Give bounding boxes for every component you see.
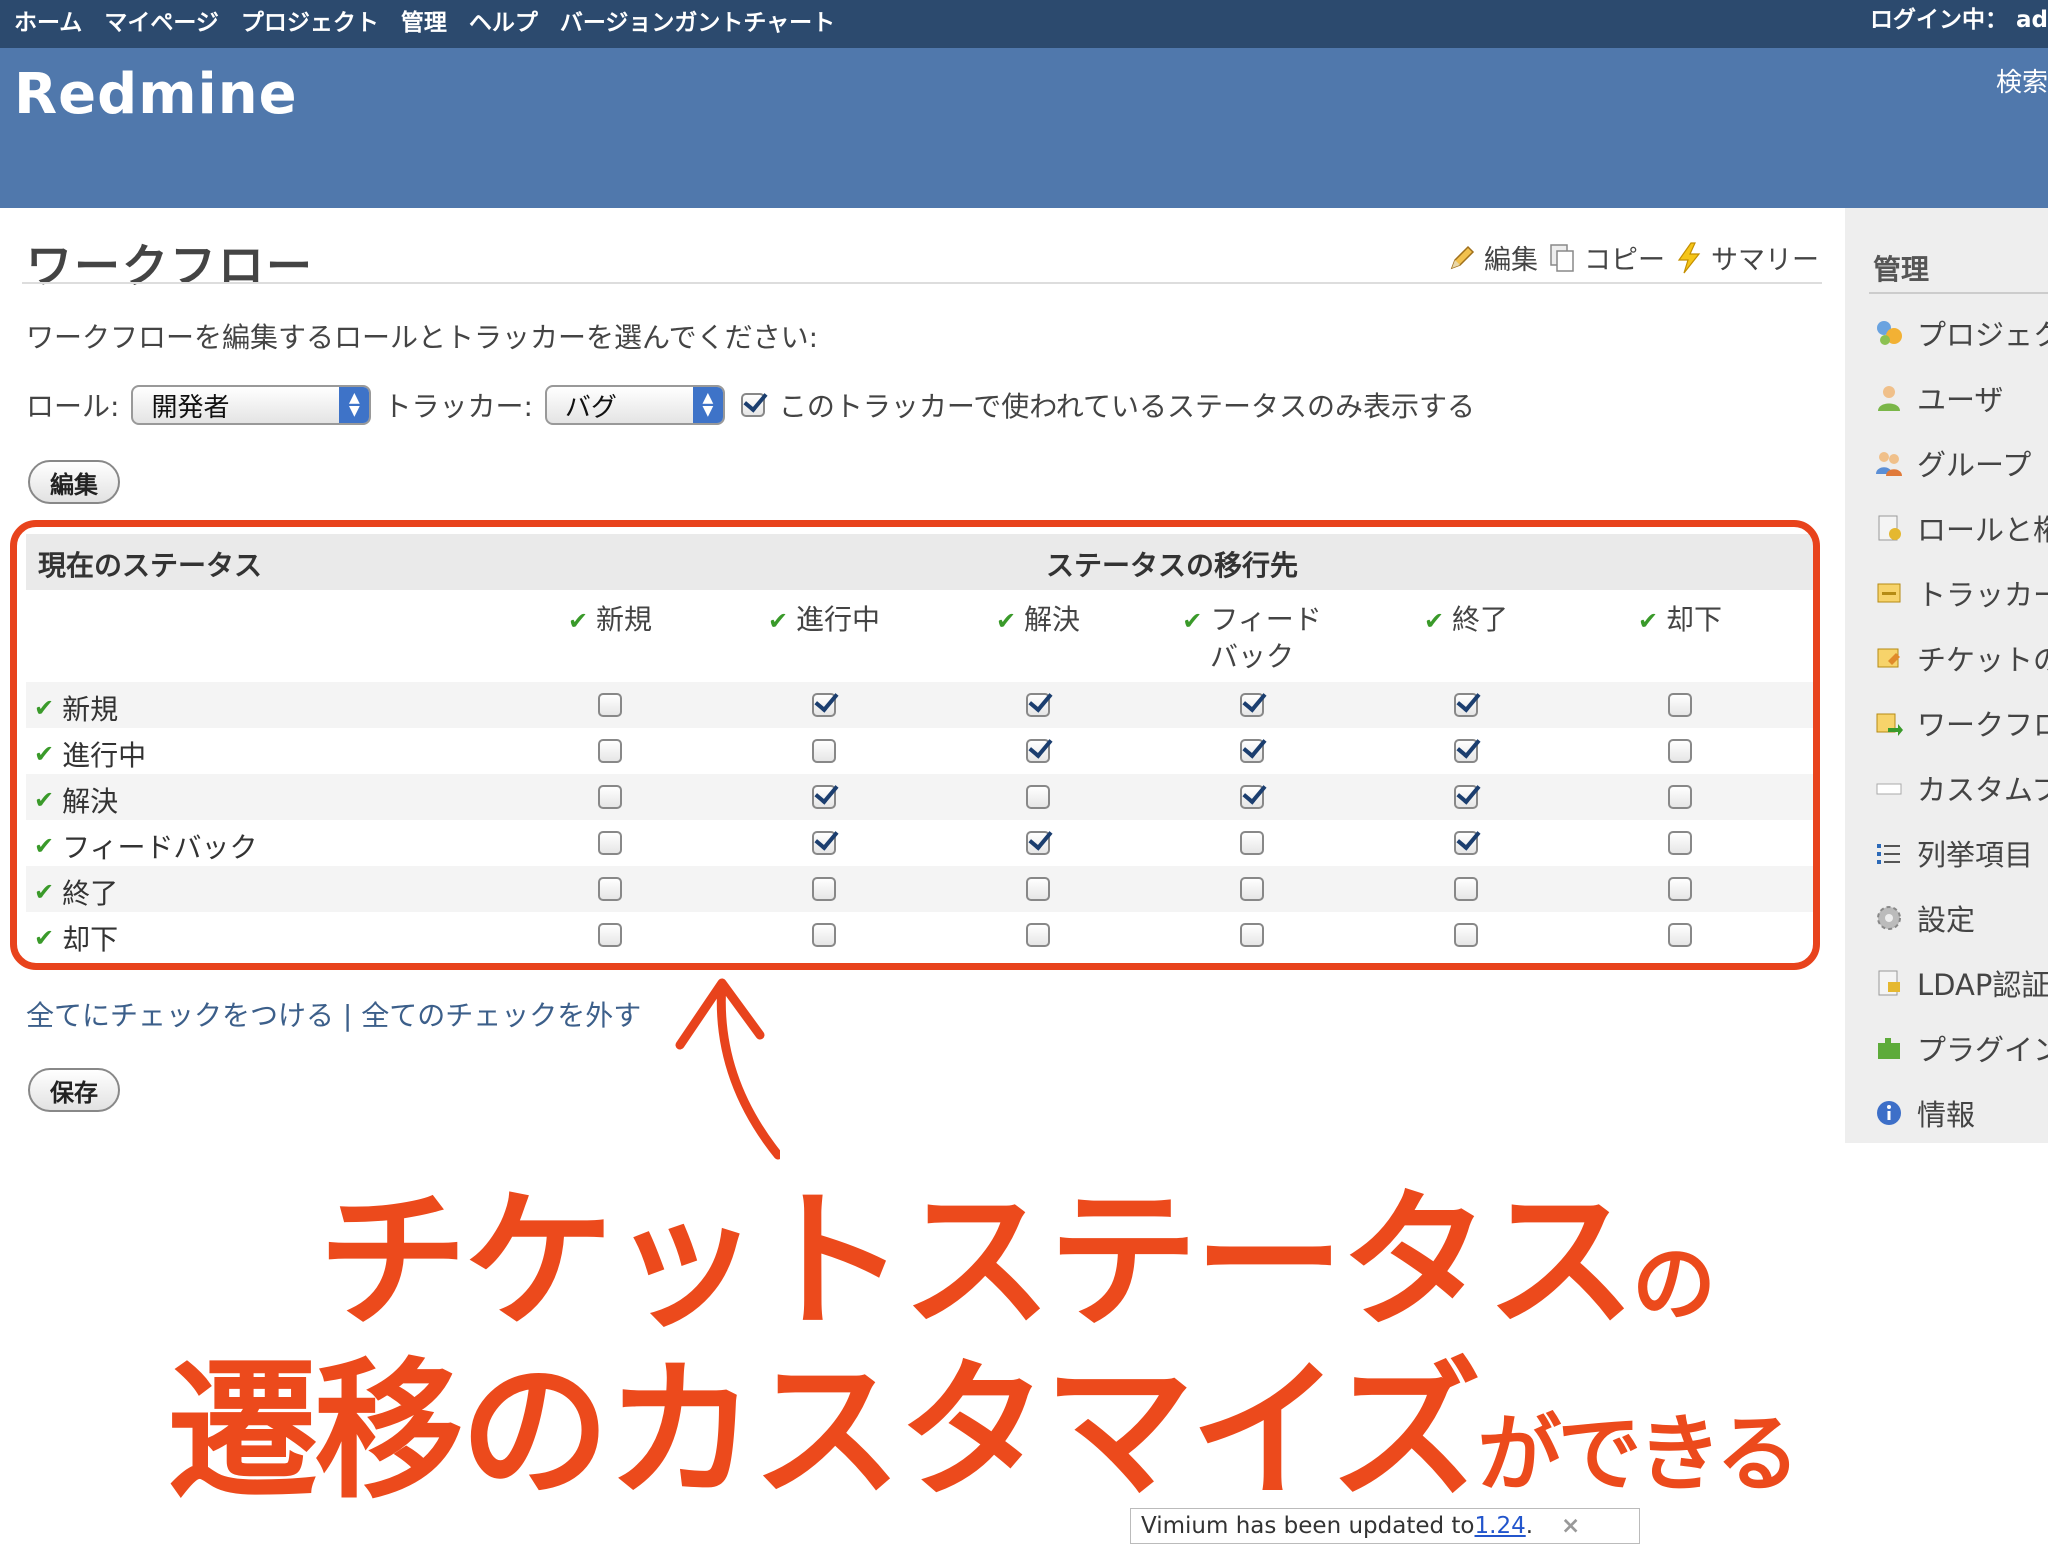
menu-projects[interactable]: プロジェクト [241, 3, 379, 37]
menu-admin[interactable]: 管理 [401, 3, 447, 37]
pencil-icon [1450, 245, 1475, 269]
search-label: 検索 [1995, 68, 2048, 98]
menu-home[interactable]: ホーム [14, 3, 82, 37]
contextual-actions: 編集 コピー サマリー [1438, 238, 1819, 277]
sidebar-item[interactable]: プロジェク [1873, 308, 2048, 358]
page-title: ワークフロー [26, 239, 314, 293]
tracker-select-value: バグ [564, 392, 617, 423]
summary-link-label: サマリー [1711, 245, 1819, 276]
app-title[interactable]: Redmine [14, 62, 298, 127]
highlight-frame [10, 520, 1820, 970]
sidebar: 管理 プロジェクユーザグループロールと権トラッカーチケットのワークフロカスタムフ… [1845, 208, 2048, 1143]
select-arrows-icon: ▲ ▼ [692, 387, 723, 423]
ldap-icon [1873, 967, 1905, 999]
role-select-value: 開発者 [151, 392, 230, 423]
sidebar-item[interactable]: 列挙項目 [1873, 828, 2033, 878]
sidebar-item[interactable]: カスタムフ [1873, 763, 2048, 813]
close-icon[interactable]: × [1561, 1513, 1580, 1539]
sidebar-item-label: ワークフロ [1917, 708, 2048, 742]
role-label: ロール: [26, 390, 120, 423]
sidebar-item[interactable]: グループ [1873, 438, 2031, 488]
filter-row: ロール: 開発者 ▲ ▼ トラッカー: バグ ▲ ▼ このトラッカーで使われているス… [26, 380, 1475, 430]
uncheck-all-link[interactable]: 全てのチェックを外す [361, 999, 641, 1032]
sidebar-heading: 管理 [1873, 253, 1930, 286]
sidebar-divider [1869, 292, 2048, 294]
check-all-link[interactable]: 全てにチェックをつける [26, 999, 334, 1032]
save-button[interactable]: 保存 [28, 1068, 120, 1112]
role-select[interactable]: 開発者 ▲ ▼ [131, 385, 372, 425]
sidebar-item[interactable]: ロールと権 [1873, 503, 2048, 553]
tracker-select[interactable]: バグ ▲ ▼ [544, 385, 725, 425]
edit-button[interactable]: 編集 [28, 460, 120, 504]
menu-gantt[interactable]: バージョンガントチャート [560, 3, 835, 37]
header: Redmine 検索 [0, 48, 2048, 208]
sidebar-item-label: 設定 [1917, 903, 1976, 937]
projects-icon [1873, 317, 1905, 349]
sidebar-item[interactable]: トラッカー [1873, 568, 2048, 618]
edit-link[interactable]: 編集 [1448, 238, 1538, 277]
group-icon [1873, 447, 1905, 479]
workflow-icon [1873, 707, 1905, 739]
copy-icon [1550, 243, 1574, 272]
title-divider [22, 282, 1822, 284]
sidebar-item-label: カスタムフ [1917, 773, 2048, 807]
vimium-notification: Vimium has been updated to 1.24 . × [1130, 1508, 1640, 1544]
menu-my-page[interactable]: マイページ [104, 3, 219, 37]
annotation-line-2: 遷移のカスタマイズができる [168, 1310, 1800, 1527]
summary-link[interactable]: サマリー [1675, 238, 1819, 277]
issue-status-icon [1873, 642, 1905, 674]
sidebar-item[interactable]: 情報 [1873, 1088, 1975, 1138]
tracker-icon [1873, 577, 1905, 609]
vimium-tail: . [1525, 1513, 1534, 1539]
plugin-icon [1873, 1032, 1905, 1064]
sidebar-item[interactable]: プラグイン [1873, 1023, 2048, 1073]
sidebar-item[interactable]: ワークフロ [1873, 698, 2048, 748]
check-links: 全てにチェックをつける | 全てのチェックを外す [26, 994, 641, 1034]
up-arrow-icon [675, 978, 780, 1160]
custom-field-icon [1873, 772, 1905, 804]
sidebar-item[interactable]: ユーザ [1873, 373, 2003, 423]
tracker-label: トラッカー: [383, 390, 533, 423]
sidebar-item-label: ロールと権 [1917, 513, 2048, 547]
sidebar-item-label: トラッカー [1917, 578, 2048, 612]
sidebar-item-label: LDAP認証 [1917, 968, 2048, 1002]
info-icon [1873, 1097, 1905, 1129]
lightning-icon [1677, 241, 1701, 273]
logged-in-as: ログイン中： ad [1870, 7, 2048, 33]
sidebar-item-label: 列挙項目 [1917, 838, 2034, 872]
sidebar-item[interactable]: LDAP認証 [1873, 958, 2048, 1008]
edit-link-label: 編集 [1484, 245, 1538, 276]
sidebar-item-label: 情報 [1917, 1098, 1976, 1132]
gear-icon [1873, 902, 1905, 934]
top-menu: ホーム マイページ プロジェクト 管理 ヘルプ バージョンガントチャート ログイ… [0, 0, 2048, 48]
vimium-version-link[interactable]: 1.24 [1475, 1513, 1526, 1539]
vimium-text: Vimium has been updated to [1141, 1513, 1475, 1539]
sidebar-item-label: ユーザ [1917, 383, 2004, 417]
list-icon [1873, 837, 1905, 869]
copy-link-label: コピー [1584, 245, 1665, 276]
sidebar-item-label: プロジェク [1917, 318, 2048, 352]
used-statuses-only-label: このトラッカーで使われているステータスのみ表示する [778, 390, 1475, 423]
select-arrows-icon: ▲ ▼ [339, 387, 370, 423]
intro-text: ワークフローを編集するロールとトラッカーを選んでください: [26, 321, 819, 354]
menu-help[interactable]: ヘルプ [469, 3, 538, 37]
sidebar-item[interactable]: 設定 [1873, 893, 1975, 943]
sidebar-item-label: グループ [1917, 448, 2032, 482]
sidebar-item[interactable]: チケットの [1873, 633, 2048, 683]
user-icon [1873, 382, 1905, 414]
sidebar-item-label: チケットの [1917, 643, 2048, 677]
link-separator: | [342, 999, 353, 1032]
sidebar-item-label: プラグイン [1917, 1033, 2048, 1067]
role-icon [1873, 512, 1905, 544]
copy-link[interactable]: コピー [1548, 238, 1665, 277]
used-statuses-only-checkbox[interactable] [740, 393, 765, 417]
annotation-line-2-main: 遷移のカスタマイズ [168, 1345, 1482, 1519]
annotation-line-2-suffix: ができる [1477, 1405, 1800, 1503]
